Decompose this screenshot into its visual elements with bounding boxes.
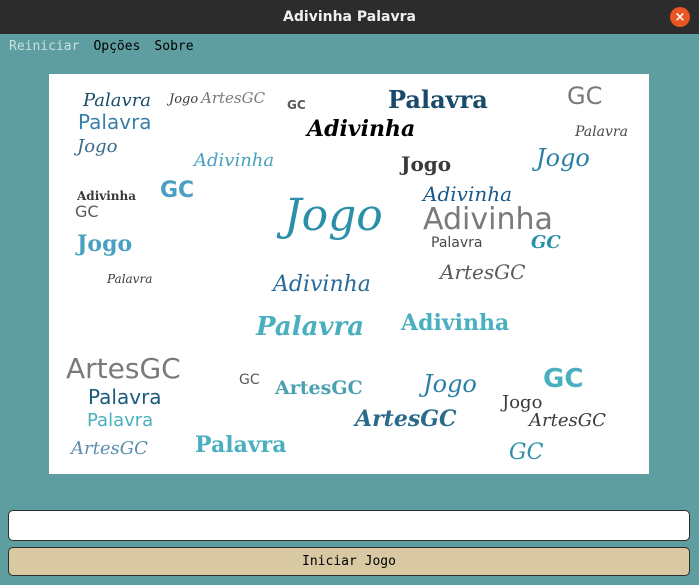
- word-cloud-word: ArtesGC: [355, 406, 457, 432]
- word-cloud-word: GC: [543, 364, 584, 394]
- word-cloud-word: Adivinha: [77, 189, 137, 203]
- menu-opcoes[interactable]: Opções: [93, 39, 140, 54]
- word-cloud-word: Palavra: [107, 272, 153, 286]
- word-cloud-word: GC: [239, 372, 260, 388]
- word-cloud-word: Jogo: [77, 231, 133, 257]
- word-cloud-word: ArtesGC: [529, 410, 606, 431]
- close-icon[interactable]: ×: [670, 7, 690, 27]
- word-cloud-word: Adivinha: [401, 310, 510, 336]
- word-cloud-word: GC: [75, 202, 99, 221]
- word-cloud-image: Palavra Jogo ArtesGC GC Palavra Adivinha…: [49, 74, 649, 474]
- word-cloud-word: Jogo: [169, 92, 199, 107]
- word-cloud-word: Palavra: [431, 235, 483, 251]
- word-cloud-word: GC: [509, 440, 544, 465]
- menu-sobre[interactable]: Sobre: [154, 39, 193, 54]
- word-cloud-word: Jogo: [536, 144, 590, 172]
- word-cloud-word: Palavra: [575, 124, 628, 140]
- word-cloud-word: Palavra: [256, 312, 365, 342]
- word-cloud-word: Jogo: [284, 190, 383, 241]
- word-cloud-word: Palavra: [388, 85, 488, 114]
- word-cloud-word: Adivinha: [273, 272, 371, 297]
- word-cloud-word: Palavra: [195, 432, 287, 458]
- start-game-button[interactable]: Iniciar Jogo: [8, 547, 690, 576]
- word-cloud-word: Adivinha: [194, 150, 275, 171]
- word-cloud-word: ArtesGC: [66, 352, 181, 385]
- answer-input[interactable]: [8, 510, 690, 541]
- word-cloud-word: Jogo: [423, 370, 477, 398]
- word-cloud-word: Palavra: [83, 90, 152, 111]
- menu-reiniciar[interactable]: Reiniciar: [9, 39, 79, 54]
- word-cloud-word: GC: [287, 98, 306, 112]
- word-cloud-word: Jogo: [401, 152, 452, 176]
- word-cloud-word: GC: [160, 178, 195, 203]
- word-cloud-word: Adivinha: [307, 116, 416, 142]
- word-cloud-word: ArtesGC: [201, 89, 266, 107]
- window-titlebar: Adivinha Palavra ×: [0, 0, 699, 34]
- word-cloud-word: GC: [567, 82, 603, 110]
- word-cloud-word: GC: [531, 232, 561, 253]
- window-title: Adivinha Palavra: [283, 9, 416, 25]
- word-cloud-word: Palavra: [78, 110, 152, 134]
- word-cloud-word: ArtesGC: [440, 260, 526, 284]
- word-cloud-word: ArtesGC: [71, 438, 148, 459]
- word-cloud-word: Jogo: [77, 136, 118, 157]
- word-cloud-word: Palavra: [87, 410, 154, 431]
- word-cloud-word: Palavra: [88, 385, 162, 409]
- menubar: Reiniciar Opções Sobre: [0, 34, 699, 58]
- word-cloud-word: ArtesGC: [275, 377, 363, 399]
